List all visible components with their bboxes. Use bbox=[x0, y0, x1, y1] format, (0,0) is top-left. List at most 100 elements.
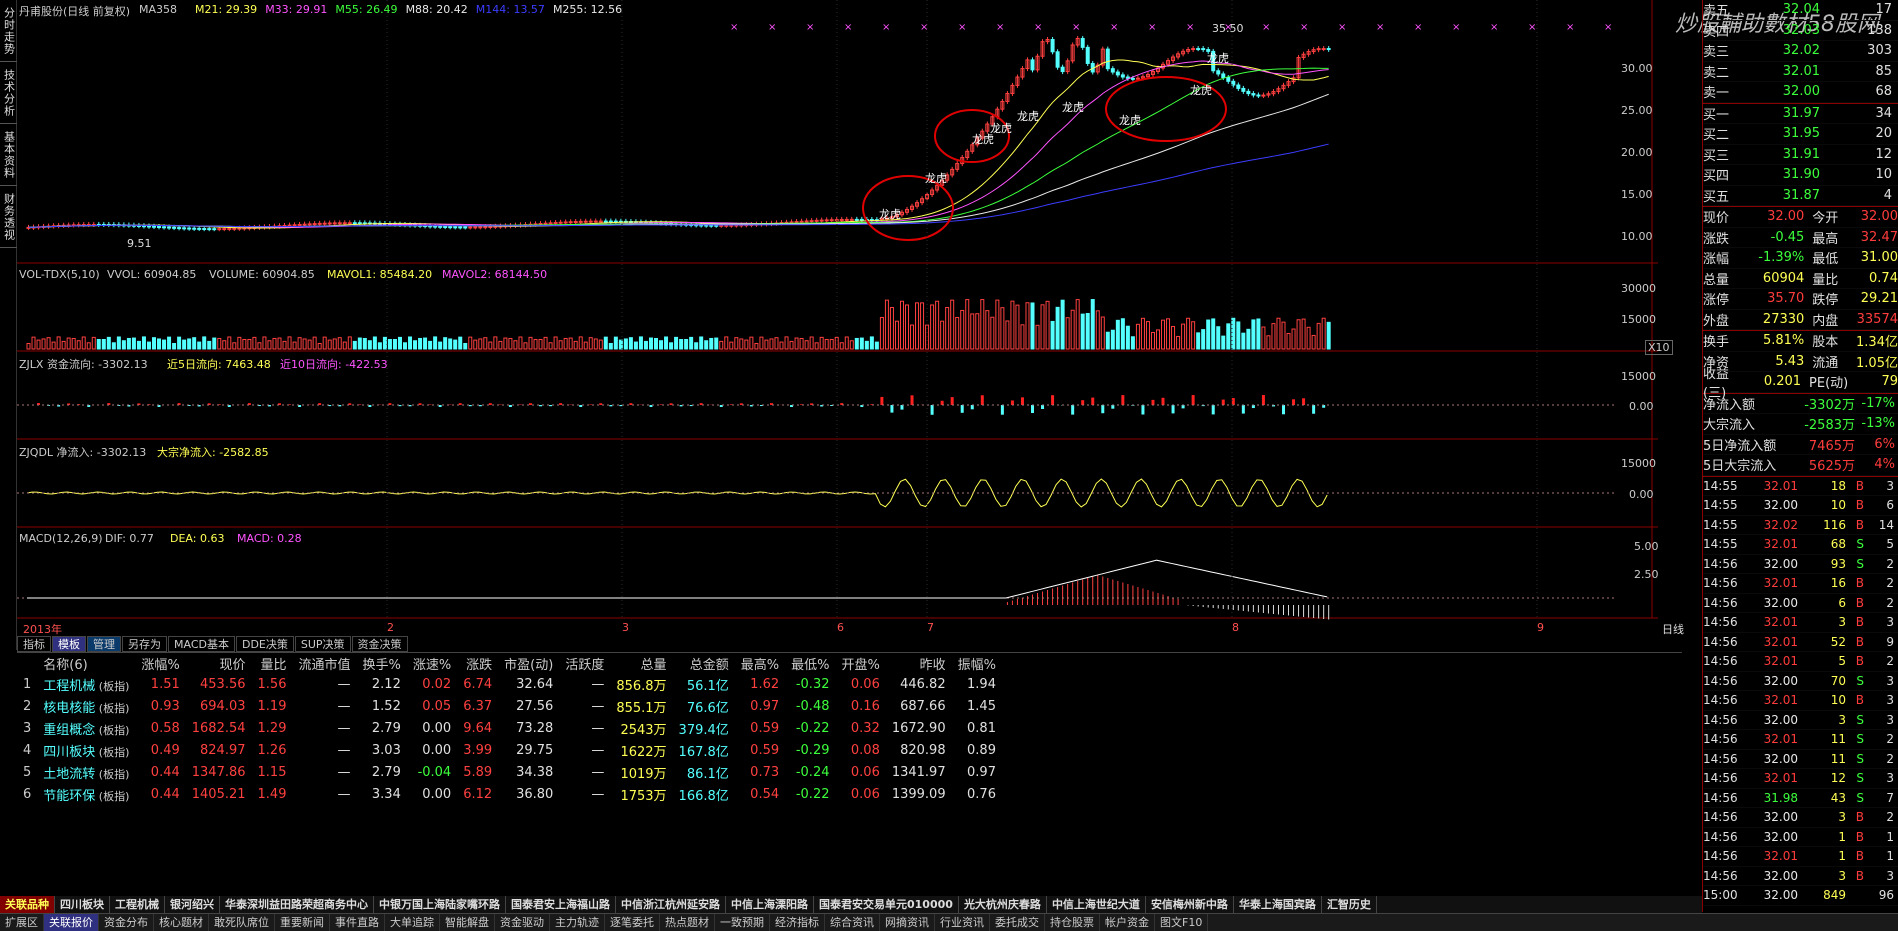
bottom-tab[interactable]: 核心题材 bbox=[154, 914, 209, 931]
bottom-tab[interactable]: 关联报价 bbox=[44, 914, 99, 931]
table-row[interactable]: 4 四川板块 (板指) 0.49 824.97 1.26 — 3.03 0.00 3.99 29.… bbox=[17, 739, 1002, 761]
subtab-indicator[interactable]: 指标 bbox=[17, 636, 51, 652]
related-tab[interactable]: 华泰深圳益田路荣超商务中心 bbox=[220, 896, 374, 913]
related-tab[interactable]: 中银万国上海陆家嘴环路 bbox=[374, 896, 506, 913]
subtab-macd[interactable]: MACD基本 bbox=[168, 636, 235, 652]
column-header[interactable]: 总量 bbox=[610, 653, 672, 673]
related-tab[interactable]: 四川板块 bbox=[55, 896, 110, 913]
related-tab[interactable]: 汇智历史 bbox=[1322, 896, 1377, 913]
table-row[interactable]: 5 土地流转 (板指) 0.44 1347.86 1.15 — 2.79 -0.04 5.89 3… bbox=[17, 761, 1002, 783]
column-header[interactable]: 市盈(动) bbox=[498, 653, 559, 673]
volume-bar bbox=[382, 336, 387, 350]
sector-name[interactable]: 节能环保 bbox=[43, 789, 95, 804]
bottom-tab[interactable]: 资金分布 bbox=[99, 914, 154, 931]
bid-row[interactable]: 买五 31.87 4 bbox=[1703, 186, 1898, 206]
column-header[interactable]: 量比 bbox=[252, 653, 293, 673]
column-header[interactable]: 总金额 bbox=[673, 653, 735, 673]
bottom-tab[interactable]: 委托成交 bbox=[990, 914, 1045, 931]
bid-row[interactable]: 买二 31.95 20 bbox=[1703, 124, 1898, 145]
related-tab[interactable]: 中信上海世纪大道 bbox=[1047, 896, 1146, 913]
table-row[interactable]: 3 重组概念 (板指) 0.58 1682.54 1.29 — 2.79 0.00 9.64 73… bbox=[17, 717, 1002, 739]
related-tab[interactable]: 华泰上海国宾路 bbox=[1234, 896, 1322, 913]
bottom-tab[interactable]: 行业资讯 bbox=[935, 914, 990, 931]
column-header[interactable]: 名称(6) bbox=[37, 653, 135, 673]
column-header[interactable]: 换手% bbox=[356, 653, 406, 673]
tab-technical[interactable]: 技术分析 bbox=[0, 62, 17, 124]
ask-row[interactable]: 卖二 32.01 85 bbox=[1703, 62, 1898, 82]
bottom-tab[interactable]: 一致预期 bbox=[715, 914, 770, 931]
bid-row[interactable]: 买四 31.90 10 bbox=[1703, 165, 1898, 186]
volume-bar bbox=[1145, 321, 1150, 350]
sector-name[interactable]: 土地流转 bbox=[43, 767, 95, 782]
column-header[interactable]: 振幅% bbox=[952, 653, 1002, 673]
related-tab[interactable]: 工程机械 bbox=[110, 896, 165, 913]
ask-row[interactable]: 卖一 32.00 68 bbox=[1703, 82, 1898, 103]
column-header[interactable]: 昨收 bbox=[886, 653, 952, 673]
bottom-tab[interactable]: 逐笔委托 bbox=[605, 914, 660, 931]
column-header[interactable] bbox=[17, 653, 37, 673]
bottom-tab[interactable]: 热点题材 bbox=[660, 914, 715, 931]
bottom-tab[interactable]: 持仓股票 bbox=[1045, 914, 1100, 931]
ask-row[interactable]: 卖四 32.03 138 bbox=[1703, 21, 1898, 41]
related-tab[interactable]: 安信梅州新中路 bbox=[1146, 896, 1234, 913]
tab-financials[interactable]: 财务透视 bbox=[0, 186, 17, 248]
bottom-tab[interactable]: 敢死队席位 bbox=[209, 914, 275, 931]
column-header[interactable]: 流通市值 bbox=[292, 653, 356, 673]
related-tab[interactable]: 中信浙江杭州延安路 bbox=[616, 896, 726, 913]
bottom-tab[interactable]: 事件直路 bbox=[330, 914, 385, 931]
bottom-tab[interactable]: 经济指标 bbox=[770, 914, 825, 931]
tab-intraday[interactable]: 分时走势 bbox=[0, 0, 17, 62]
ask-row[interactable]: 卖五 32.04 17 bbox=[1703, 0, 1898, 21]
subtab-sup[interactable]: SUP决策 bbox=[294, 636, 351, 652]
sector-name[interactable]: 四川板块 bbox=[43, 745, 95, 760]
table-row[interactable]: 1 工程机械 (板指) 1.51 453.56 1.56 — 2.12 0.02 6.74 32.… bbox=[17, 673, 1002, 695]
subtab-fund[interactable]: 资金决策 bbox=[351, 636, 408, 652]
bottom-tab[interactable]: 网摘资讯 bbox=[880, 914, 935, 931]
subtab-template[interactable]: 模板 bbox=[52, 636, 86, 652]
bottom-tab[interactable]: 扩展区 bbox=[0, 914, 44, 931]
tab-fundamentals[interactable]: 基本资料 bbox=[0, 124, 17, 186]
column-header[interactable]: 涨幅% bbox=[135, 653, 185, 673]
tick-time: 14:56 bbox=[1703, 673, 1738, 688]
tick-price: 32.00 bbox=[1763, 829, 1798, 844]
bottom-tab[interactable]: 主力轨迹 bbox=[550, 914, 605, 931]
left-tab-bar: 分时走势 技术分析 基本资料 财务透视 bbox=[0, 0, 17, 650]
chart-area[interactable]: × × × × × × × × × × × × × × × × × × × × × × × × 丹甫股份(日线 前复权) MA… bbox=[17, 0, 1879, 650]
column-header[interactable]: 最高% bbox=[735, 653, 785, 673]
volume-bar bbox=[1070, 309, 1075, 350]
related-tab[interactable]: 光大杭州庆春路 bbox=[959, 896, 1047, 913]
ask-row[interactable]: 卖三 32.02 303 bbox=[1703, 41, 1898, 62]
period-label[interactable]: 日线 bbox=[1662, 621, 1684, 637]
related-tab[interactable]: 国泰君安交易单元010000 bbox=[814, 896, 959, 913]
related-tab[interactable]: 关联品种 bbox=[0, 896, 55, 913]
table-row[interactable]: 2 核电核能 (板指) 0.93 694.03 1.19 — 1.52 0.05 6.37 27.… bbox=[17, 695, 1002, 717]
subtab-manage[interactable]: 管理 bbox=[87, 636, 121, 652]
bottom-tab[interactable]: 综合资讯 bbox=[825, 914, 880, 931]
bid-row[interactable]: 买一 31.97 34 bbox=[1703, 104, 1898, 124]
column-header[interactable]: 最低% bbox=[785, 653, 835, 673]
related-tab[interactable]: 银河绍兴 bbox=[165, 896, 220, 913]
bottom-tab[interactable]: 帐户资金 bbox=[1100, 914, 1155, 931]
sector-name[interactable]: 工程机械 bbox=[43, 679, 95, 694]
subtab-dde[interactable]: DDE决策 bbox=[235, 636, 294, 652]
column-header[interactable]: 涨跌 bbox=[457, 653, 498, 673]
bottom-tab[interactable]: 资金驱动 bbox=[495, 914, 550, 931]
table-row[interactable]: 6 节能环保 (板指) 0.44 1405.21 1.49 — 3.34 0.00 6.12 36… bbox=[17, 783, 1002, 805]
column-header[interactable]: 现价 bbox=[186, 653, 252, 673]
column-header[interactable]: 开盘% bbox=[835, 653, 885, 673]
sector-name[interactable]: 重组概念 bbox=[43, 723, 95, 738]
bottom-tab[interactable]: 大单追踪 bbox=[385, 914, 440, 931]
bid-row[interactable]: 买三 31.91 12 bbox=[1703, 145, 1898, 165]
quote-label: 卖一 bbox=[1703, 86, 1730, 102]
bottom-tab[interactable]: 图文F10 bbox=[1155, 914, 1209, 931]
sector-name[interactable]: 核电核能 bbox=[43, 701, 95, 716]
volume-bar bbox=[26, 343, 31, 350]
volume-bar bbox=[1211, 318, 1216, 350]
column-header[interactable]: 涨速% bbox=[407, 653, 457, 673]
bottom-tab[interactable]: 智能解盘 bbox=[440, 914, 495, 931]
bottom-tab[interactable]: 重要新闻 bbox=[275, 914, 330, 931]
subtab-saveas[interactable]: 另存为 bbox=[122, 636, 167, 652]
column-header[interactable]: 活跃度 bbox=[559, 653, 610, 673]
related-tab[interactable]: 国泰君安上海福山路 bbox=[506, 896, 616, 913]
related-tab[interactable]: 中信上海溧阳路 bbox=[726, 896, 814, 913]
